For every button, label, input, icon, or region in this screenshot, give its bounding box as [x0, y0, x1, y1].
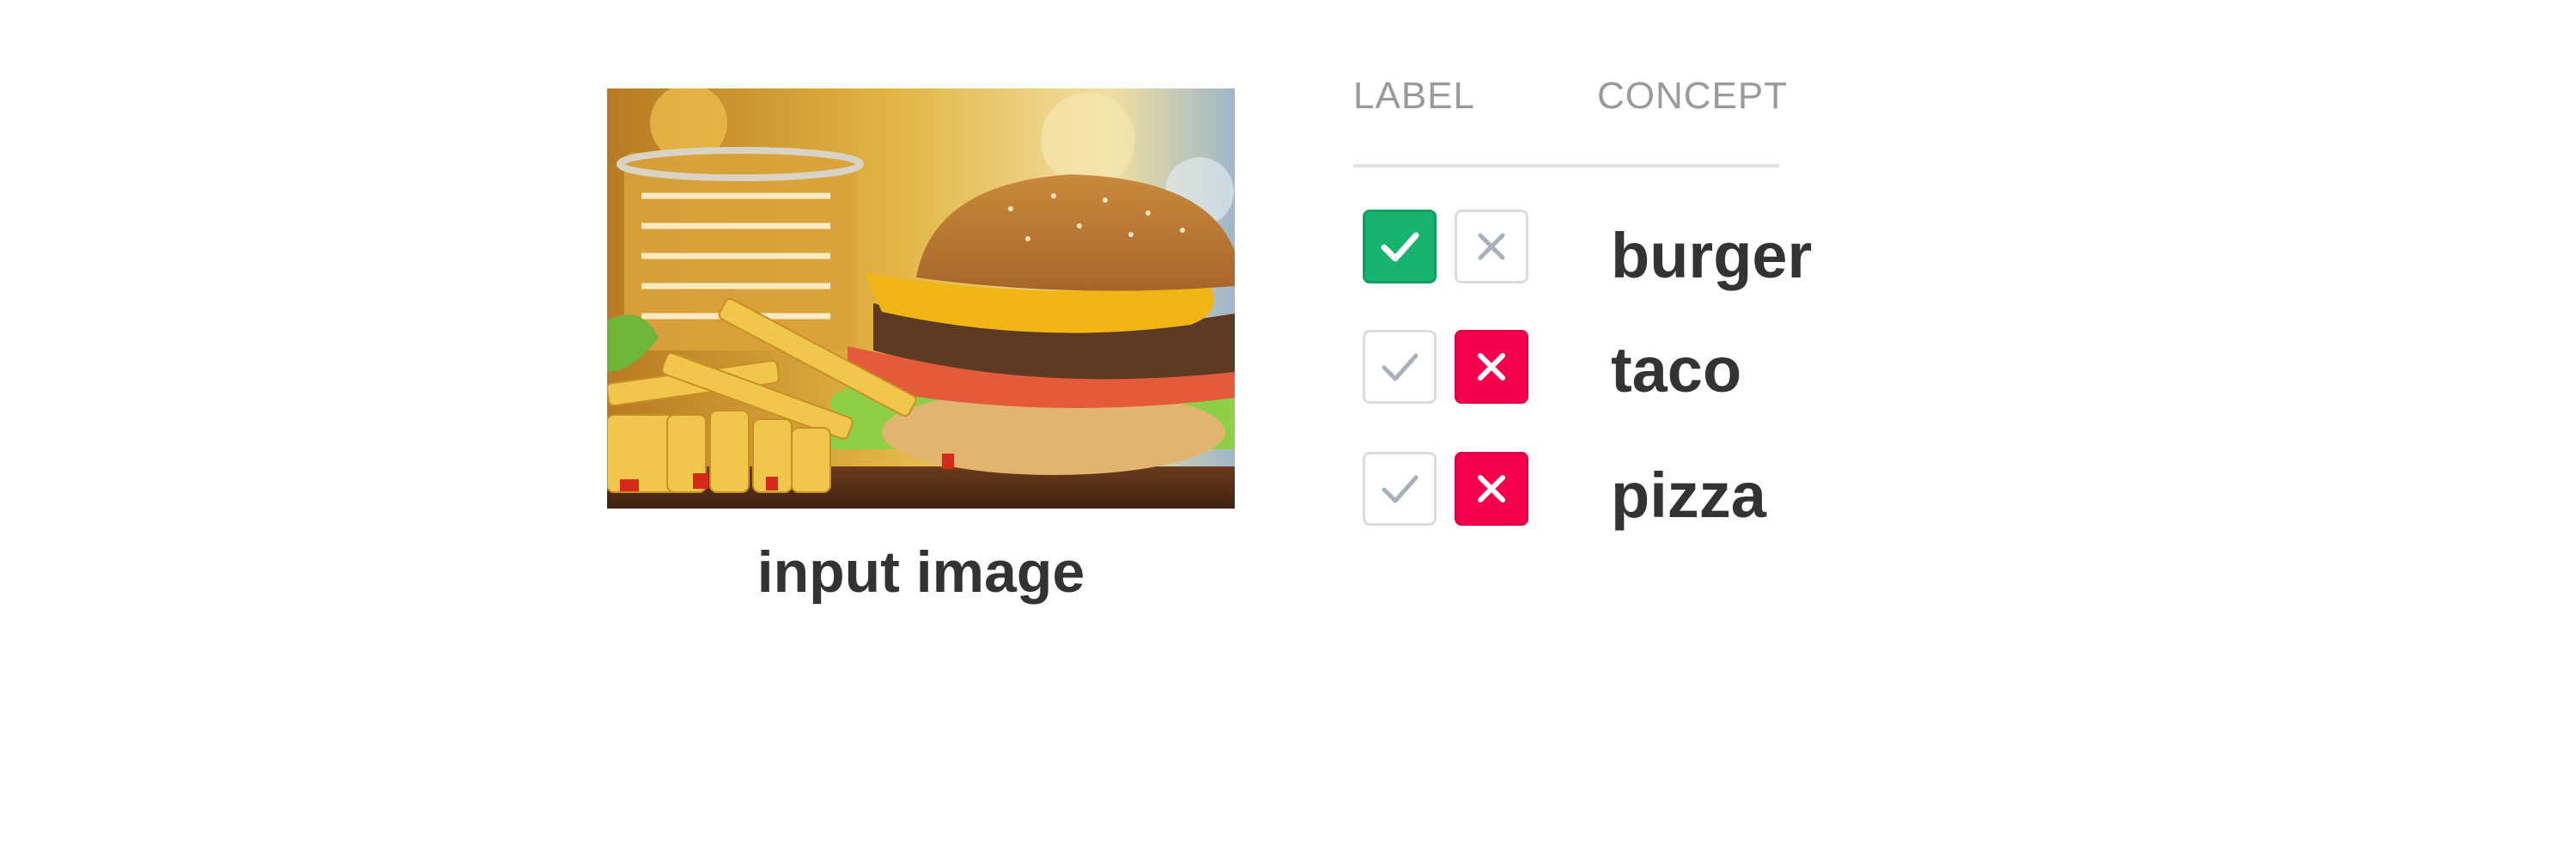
yes-checkbox[interactable] — [1363, 330, 1437, 404]
yes-checkbox[interactable] — [1363, 452, 1437, 526]
header-label: LABEL — [1353, 75, 1475, 117]
no-checkbox[interactable] — [1455, 452, 1528, 526]
check-icon — [1382, 353, 1419, 381]
header-concept: CONCEPT — [1597, 75, 1789, 117]
check-icon — [1382, 475, 1419, 503]
x-icon — [1478, 353, 1505, 381]
yes-checkbox[interactable] — [1363, 210, 1437, 283]
check-icon — [1381, 232, 1419, 262]
x-icon — [1478, 475, 1505, 503]
burger-photo — [607, 88, 1235, 509]
no-checkbox[interactable] — [1455, 330, 1528, 404]
concept-name: pizza — [1611, 460, 1766, 531]
input-image — [607, 88, 1235, 509]
concept-name: taco — [1611, 334, 1742, 405]
labeling-figure: input image LABEL CONCEPT burger taco pi… — [0, 0, 2576, 859]
no-checkbox[interactable] — [1455, 210, 1528, 283]
image-caption: input image — [756, 539, 1085, 605]
x-icon — [1478, 233, 1505, 260]
header-divider — [1353, 164, 1779, 168]
concept-name: burger — [1611, 220, 1813, 291]
